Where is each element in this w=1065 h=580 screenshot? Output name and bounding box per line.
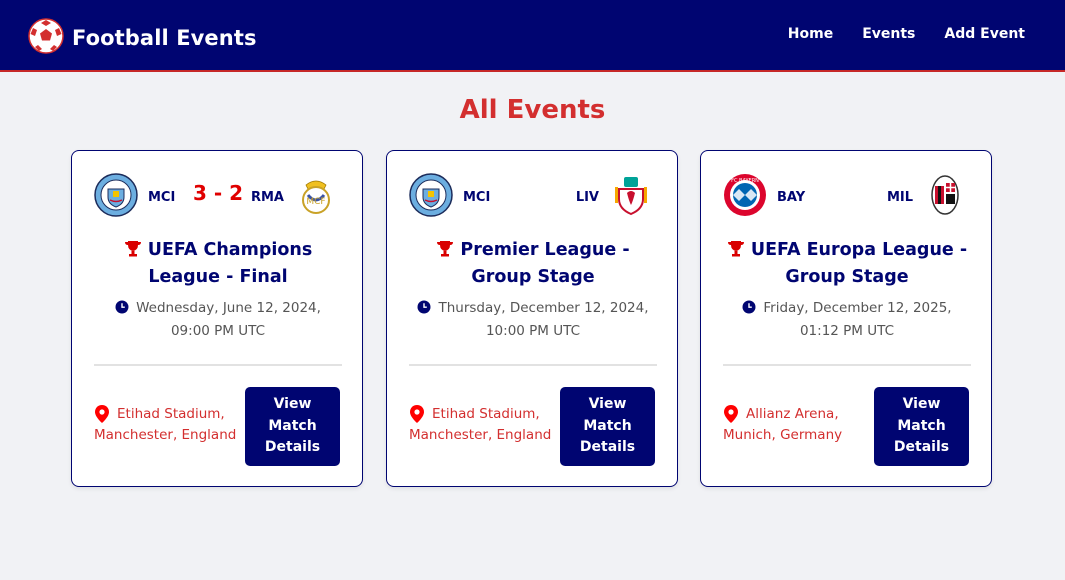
event-venue-text: Etihad Stadium, Manchester, England xyxy=(409,406,552,443)
event-title-text: Premier League - Group Stage xyxy=(460,240,630,287)
event-title: UEFA Europa League - Group Stage xyxy=(721,238,973,290)
real-madrid-crest-icon: MCF xyxy=(294,173,338,221)
event-date-text: Friday, December 12, 2025, 01:12 PM UTC xyxy=(763,300,952,339)
clock-icon xyxy=(417,300,431,321)
view-match-details-button[interactable]: View Match Details xyxy=(874,387,969,466)
home-team-code: BAY xyxy=(777,189,806,205)
home-team-code: MCI xyxy=(463,189,491,205)
card-divider xyxy=(409,364,657,366)
nav-link-add-event[interactable]: Add Event xyxy=(944,26,1025,42)
view-match-details-button[interactable]: View Match Details xyxy=(560,387,655,466)
card-divider xyxy=(94,364,342,366)
event-venue: Etihad Stadium, Manchester, England xyxy=(409,404,559,446)
away-team-code: LIV xyxy=(575,189,599,205)
navbar: Football Events Home Events Add Event xyxy=(0,0,1065,72)
away-team-code: MIL xyxy=(886,189,913,205)
event-venue-text: Etihad Stadium, Manchester, England xyxy=(94,406,237,443)
event-card: FC BAYERN BAY MIL UEFA Europa League - G… xyxy=(700,150,992,487)
event-date-text: Wednesday, June 12, 2024, 09:00 PM UTC xyxy=(136,300,321,339)
event-title-text: UEFA Champions League - Final xyxy=(147,240,313,287)
event-card: MCI 3 - 2 RMA MCF UEFA Champions League … xyxy=(71,150,363,487)
away-team: LIV xyxy=(576,173,653,221)
event-title: Premier League - Group Stage xyxy=(407,238,659,290)
svg-text:MCF: MCF xyxy=(306,197,325,207)
map-pin-icon xyxy=(410,405,424,430)
event-date: Wednesday, June 12, 2024, 09:00 PM UTC xyxy=(94,298,342,342)
clock-icon xyxy=(115,300,129,321)
event-card: MCI LIV Premier League - Group Stage Thu… xyxy=(386,150,678,487)
view-match-details-button[interactable]: View Match Details xyxy=(245,387,340,466)
map-pin-icon xyxy=(724,405,738,430)
trophy-icon xyxy=(436,240,454,265)
brand[interactable]: Football Events xyxy=(28,18,257,58)
event-date-text: Thursday, December 12, 2024, 10:00 PM UT… xyxy=(438,300,649,339)
liverpool-crest-icon xyxy=(609,173,653,221)
home-team: FC BAYERN BAY xyxy=(723,173,805,221)
trophy-icon xyxy=(124,240,142,265)
svg-text:FC BAYERN: FC BAYERN xyxy=(731,178,759,184)
event-title-text: UEFA Europa League - Group Stage xyxy=(750,240,968,287)
map-pin-icon xyxy=(95,405,109,430)
bayern-munich-crest-icon: FC BAYERN xyxy=(723,173,767,221)
event-date: Thursday, December 12, 2024, 10:00 PM UT… xyxy=(409,298,657,342)
away-team-code: RMA xyxy=(250,189,284,205)
card-divider xyxy=(723,364,971,366)
away-team: RMA MCF xyxy=(251,173,338,221)
clock-icon xyxy=(742,300,756,321)
home-team: MCI xyxy=(409,173,490,221)
event-venue: Etihad Stadium, Manchester, England xyxy=(94,404,244,446)
page-title: All Events xyxy=(459,95,606,125)
nav-link-events[interactable]: Events xyxy=(862,26,915,42)
brand-title: Football Events xyxy=(72,26,257,50)
away-team: MIL xyxy=(887,173,967,221)
nav-link-home[interactable]: Home xyxy=(788,26,833,42)
nav-links: Home Events Add Event xyxy=(759,26,1025,42)
ac-milan-crest-icon xyxy=(923,173,967,221)
event-title: UEFA Champions League - Final xyxy=(92,238,344,290)
trophy-icon xyxy=(727,240,745,265)
event-date: Friday, December 12, 2025, 01:12 PM UTC xyxy=(723,298,971,342)
event-venue-text: Allianz Arena, Munich, Germany xyxy=(723,406,843,443)
event-venue: Allianz Arena, Munich, Germany xyxy=(723,404,873,446)
manchester-city-crest-icon xyxy=(409,173,453,221)
soccer-ball-icon xyxy=(28,18,64,58)
